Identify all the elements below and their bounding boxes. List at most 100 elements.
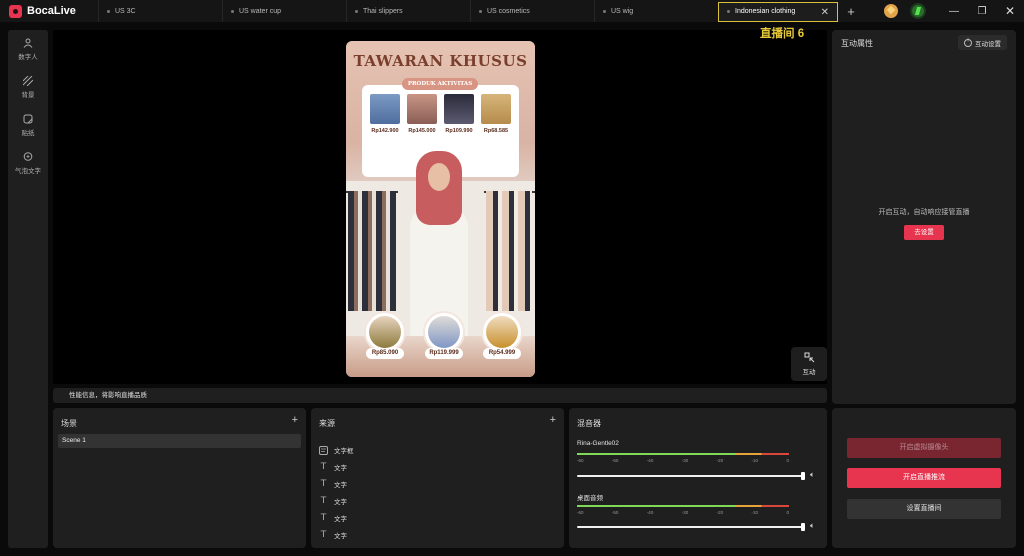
speaker-icon[interactable]: 🔈︎	[810, 521, 815, 531]
text-icon: T	[320, 479, 327, 489]
close-window-icon[interactable]: ✕	[996, 4, 1024, 18]
sidebar-item-label: 气泡文字	[15, 168, 41, 175]
connection-status-icon[interactable]	[910, 3, 926, 19]
meter-tick: -10	[751, 510, 759, 515]
minimize-icon[interactable]: —	[940, 6, 968, 17]
slider-handle[interactable]	[801, 523, 805, 531]
gem-icon[interactable]	[884, 4, 898, 18]
source-item-label: 文字	[334, 533, 347, 540]
interact-button[interactable]: 互动	[791, 347, 827, 381]
meter-tick: -60	[577, 458, 584, 463]
meter-tick: -40	[646, 458, 654, 463]
source-item-label: 文字	[334, 465, 347, 472]
source-panel-title: 来源	[319, 419, 335, 428]
track-name: Rina-Gentle02	[577, 440, 619, 447]
scene-panel: 场景 + Scene 1	[53, 408, 306, 548]
product-price: Rp68.585	[483, 128, 509, 134]
sidebar-item-digital-human[interactable]: 数字人	[8, 30, 48, 68]
product-image	[407, 94, 437, 124]
level-meter	[577, 453, 789, 455]
add-source-button[interactable]: +	[550, 414, 556, 426]
source-item[interactable]: T 文字	[319, 511, 347, 525]
interact-button-label: 互动	[802, 369, 816, 376]
tab-thai-slippers[interactable]: Thai slippers	[346, 0, 470, 22]
interaction-panel: 互动属性 互动设置 开启互动，自动响应接管直播 去设置	[832, 30, 1016, 404]
stream-actions-panel: 开启虚拟摄像头 开启直播推流 设置直播间	[832, 408, 1016, 548]
add-tab-button[interactable]: +	[838, 4, 864, 19]
tab-dot-icon	[479, 9, 482, 13]
meter-tick: -50	[611, 458, 619, 463]
product-circle	[423, 311, 465, 353]
tab-us-wig[interactable]: US wig	[594, 0, 718, 22]
text-icon: T	[320, 513, 327, 523]
source-item[interactable]: T 文字	[319, 494, 347, 508]
maximize-icon[interactable]: ❐	[968, 6, 996, 17]
start-stream-button[interactable]: 开启直播推流	[847, 468, 1001, 488]
title-bar: BocaLive US 3C US water cup Thai slipper…	[0, 0, 1024, 22]
source-item[interactable]: T 文字	[319, 460, 347, 474]
product-circle	[364, 311, 406, 353]
slider-handle[interactable]	[801, 472, 805, 480]
volume-slider[interactable]	[577, 472, 805, 480]
product-price: Rp145.000	[408, 128, 436, 134]
host-face	[428, 163, 450, 191]
interaction-panel-title: 互动属性	[841, 39, 873, 48]
interaction-hint: 开启互动，自动响应接管直播	[878, 209, 970, 216]
tab-label: Thai slippers	[363, 7, 403, 15]
tab-dot-icon	[355, 9, 358, 13]
bocalive-logo-icon	[9, 4, 22, 18]
tab-label: Indonesian clothing	[735, 8, 796, 15]
sidebar-item-bubble-text[interactable]: 气泡文字	[8, 144, 48, 182]
sidebar-item-sticker[interactable]: 贴纸	[8, 106, 48, 144]
interaction-settings-label: 互动设置	[975, 40, 1001, 48]
speaker-icon[interactable]: 🔈︎	[810, 470, 815, 480]
source-item[interactable]: 文字框	[319, 443, 354, 457]
source-item-label: 文字框	[334, 448, 354, 455]
tab-us-3c[interactable]: US 3C	[98, 0, 222, 22]
source-item[interactable]: T 文字	[319, 477, 347, 491]
tab-dot-icon	[107, 9, 110, 13]
interaction-settings-button[interactable]: 互动设置	[958, 35, 1007, 50]
text-icon: T	[320, 530, 327, 540]
source-item[interactable]: T 文字	[319, 528, 347, 542]
audio-mixer-panel: 混音器 Rina-Gentle02 -60 -50 -40 -30 -20 -10 0 🔈︎…	[569, 408, 827, 548]
volume-slider[interactable]	[577, 523, 805, 531]
product-image	[481, 94, 511, 124]
tab-dot-icon	[727, 10, 730, 13]
tab-dot-icon	[231, 9, 234, 13]
meter-tick: 0	[786, 458, 789, 463]
scene-item[interactable]: Scene 1	[58, 434, 301, 448]
virtual-camera-button[interactable]: 开启虚拟摄像头	[847, 438, 1001, 458]
hanging-clothes	[486, 191, 532, 311]
product-circle	[481, 311, 523, 353]
room-title: 直播间 6	[760, 28, 805, 40]
tab-label: US 3C	[115, 7, 136, 15]
room-settings-button[interactable]: 设置直播间	[847, 499, 1001, 519]
add-scene-button[interactable]: +	[292, 414, 298, 426]
product-image	[444, 94, 474, 124]
tab-us-water-cup[interactable]: US water cup	[222, 0, 346, 22]
window-controls: — ❐ ✕	[884, 0, 1024, 22]
sticker-icon	[23, 114, 33, 124]
tab-label: US water cup	[239, 7, 282, 15]
meter-tick: -40	[646, 510, 654, 515]
preview-headline: TAWARAN KHUSUS	[353, 52, 528, 70]
source-item-label: 文字	[334, 482, 347, 489]
close-tab-icon[interactable]: ✕	[821, 7, 829, 18]
tab-indonesian-clothing[interactable]: Indonesian clothing ✕	[718, 1, 838, 22]
sidebar-item-background[interactable]: 背景	[8, 68, 48, 106]
go-settings-button[interactable]: 去设置	[904, 225, 944, 240]
text-icon: T	[320, 496, 327, 506]
meter-tick: -20	[716, 510, 724, 515]
mixer-title: 混音器	[577, 419, 601, 428]
text-icon: T	[320, 462, 327, 472]
meter-tick: -30	[681, 458, 689, 463]
tab-us-cosmetics[interactable]: US cosmetics	[470, 0, 594, 22]
product-price: Rp142.900	[371, 128, 399, 134]
tab-dot-icon	[603, 9, 606, 13]
tab-label: US cosmetics	[487, 7, 530, 15]
stream-preview[interactable]: TAWARAN KHUSUS PRODUK AKTIVITAS Rp142.90…	[346, 41, 535, 377]
source-panel: 来源 + 文字框 T 文字 T 文字 T 文字 T 文字 T 文字	[311, 408, 564, 548]
meter-tick: -50	[611, 510, 619, 515]
bubble-text-icon	[23, 152, 33, 161]
